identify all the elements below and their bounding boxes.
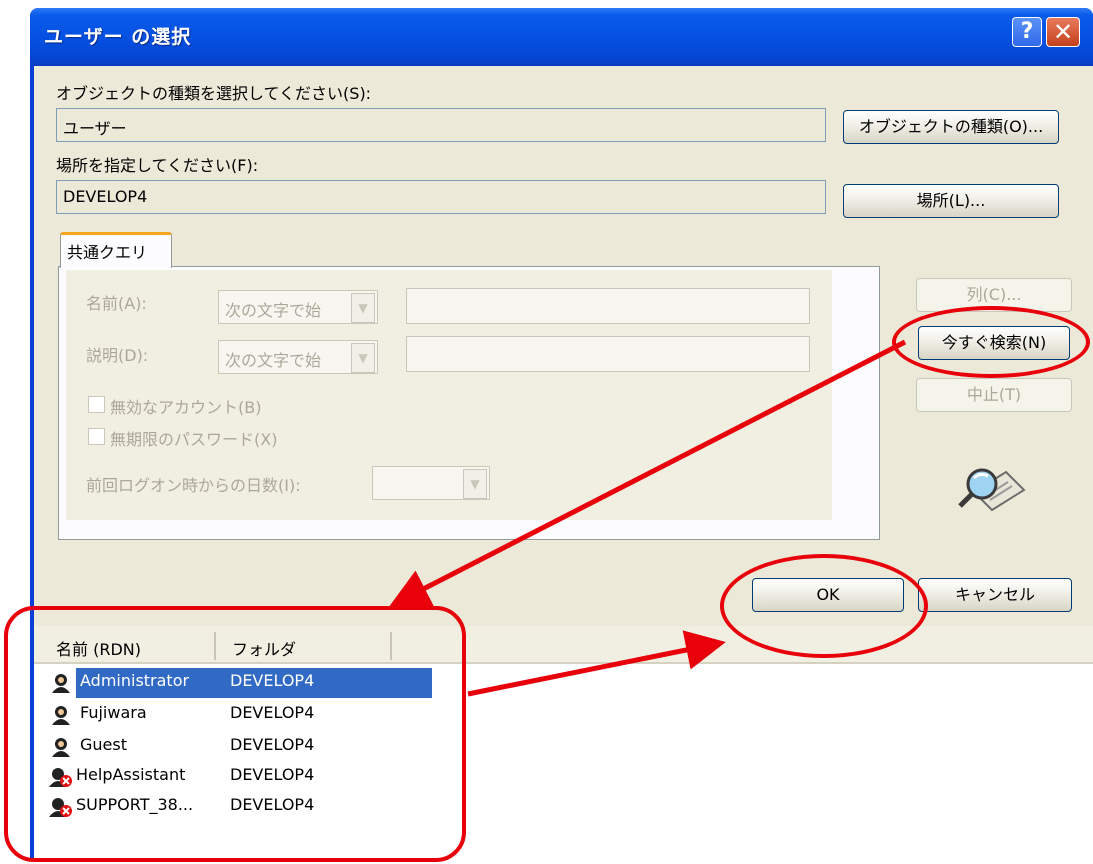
window-title: ユーザー の選択 <box>44 26 192 48</box>
name-input[interactable] <box>406 288 810 324</box>
description-input[interactable] <box>406 336 810 372</box>
description-match-value: 次の文字で始 <box>225 351 322 370</box>
chevron-down-icon: ▼ <box>351 293 375 323</box>
close-button[interactable]: ✕ <box>1046 17 1080 47</box>
results-highlight <box>4 606 466 862</box>
chevron-down-icon: ▼ <box>463 469 487 499</box>
name-match-value: 次の文字で始 <box>225 301 322 320</box>
location-label: 場所を指定してください(F): <box>56 156 259 175</box>
locations-button[interactable]: 場所(L)... <box>843 184 1059 218</box>
days-since-logon-select[interactable]: ▼ <box>372 466 490 500</box>
help-button[interactable]: ? <box>1012 17 1042 47</box>
ok-highlight <box>720 554 928 658</box>
disabled-accounts-checkbox[interactable] <box>88 396 105 413</box>
name-label: 名前(A): <box>86 294 147 313</box>
disabled-accounts-label: 無効なアカウント(B) <box>110 398 262 417</box>
search-magnifier-icon <box>956 462 1028 514</box>
find-now-highlight <box>892 306 1090 378</box>
object-type-field: ユーザー <box>56 108 826 142</box>
tab-common-queries[interactable]: 共通クエリ <box>60 232 172 268</box>
location-field: DEVELOP4 <box>56 180 826 214</box>
object-types-button[interactable]: オブジェクトの種類(O)... <box>843 110 1059 144</box>
non-expiring-password-label: 無期限のパスワード(X) <box>110 430 278 449</box>
description-match-select[interactable]: 次の文字で始 ▼ <box>218 340 378 374</box>
non-expiring-password-checkbox[interactable] <box>88 428 105 445</box>
object-type-label: オブジェクトの種類を選択してください(S): <box>56 84 372 103</box>
days-since-logon-label: 前回ログオン時からの日数(I): <box>86 476 301 495</box>
cancel-button[interactable]: キャンセル <box>918 578 1072 612</box>
chevron-down-icon: ▼ <box>351 343 375 373</box>
description-label: 説明(D): <box>86 346 149 365</box>
stop-button[interactable]: 中止(T) <box>916 378 1072 412</box>
name-match-select[interactable]: 次の文字で始 ▼ <box>218 290 378 324</box>
